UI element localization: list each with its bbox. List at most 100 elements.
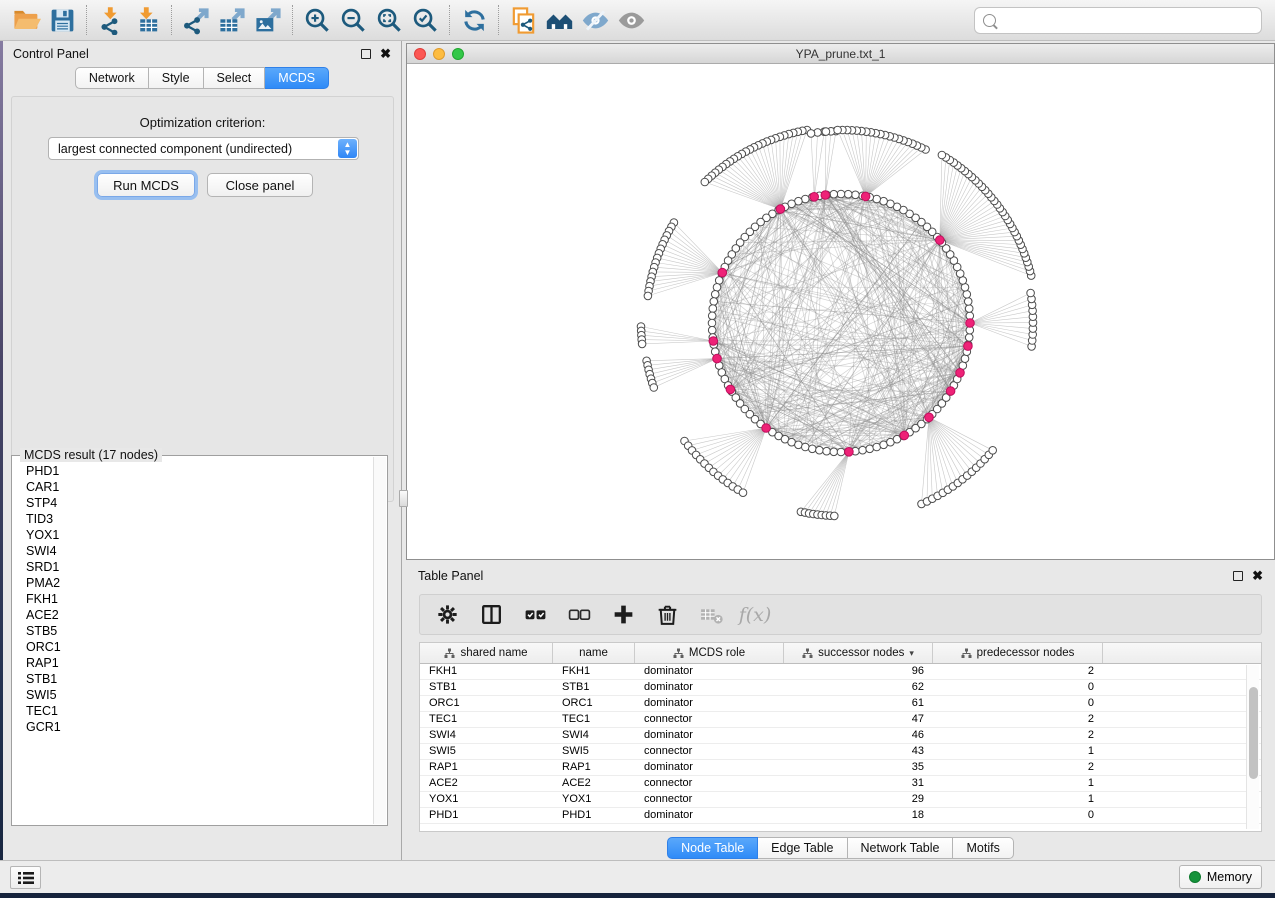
column-header-shared-name[interactable]: shared name [420, 643, 553, 663]
deselect-all-button[interactable] [564, 600, 594, 630]
delete-table-button[interactable] [696, 600, 726, 630]
select-all-button[interactable] [520, 600, 550, 630]
mcds-result-item[interactable]: ORC1 [26, 639, 373, 655]
column-header-MCDS-role[interactable]: MCDS role [635, 643, 784, 663]
run-mcds-button[interactable]: Run MCDS [97, 173, 195, 197]
tab-motifs[interactable]: Motifs [953, 837, 1013, 859]
panel-splitter-handle[interactable] [399, 490, 408, 507]
tab-edge-table[interactable]: Edge Table [758, 837, 847, 859]
table-panel-header: Table Panel ✖ [406, 563, 1275, 589]
columns-button[interactable] [476, 600, 506, 630]
toolbar-separator [449, 5, 450, 35]
network-canvas[interactable] [407, 64, 1274, 559]
mcds-result-item[interactable]: RAP1 [26, 655, 373, 671]
cell-successor-nodes: 61 [784, 696, 933, 711]
close-table-panel-icon[interactable]: ✖ [1252, 571, 1263, 581]
criterion-dropdown[interactable]: largest connected component (undirected)… [48, 137, 359, 160]
search-icon [983, 14, 996, 27]
duplicate-network-button[interactable] [505, 3, 541, 37]
mcds-result-list[interactable]: PHD1CAR1STP4TID3YOX1SWI4SRD1PMA2FKH1ACE2… [13, 457, 373, 824]
show-all-button[interactable] [613, 3, 649, 37]
mcds-result-item[interactable]: FKH1 [26, 591, 373, 607]
export-table-button[interactable] [214, 3, 250, 37]
mcds-result-item[interactable]: STB1 [26, 671, 373, 687]
mcds-result-item[interactable]: CAR1 [26, 479, 373, 495]
node-table-header[interactable]: shared namenameMCDS rolesuccessor nodes▾… [420, 643, 1261, 664]
import-table-button[interactable] [129, 3, 165, 37]
mcds-result-item[interactable]: STP4 [26, 495, 373, 511]
tab-network-table[interactable]: Network Table [848, 837, 954, 859]
search-box[interactable] [974, 7, 1262, 34]
tab-mcds[interactable]: MCDS [265, 67, 329, 89]
cell-successor-nodes: 18 [784, 808, 933, 823]
fx-button[interactable]: f(x) [740, 600, 770, 630]
delete-row-button[interactable] [652, 600, 682, 630]
memory-button[interactable]: Memory [1179, 865, 1262, 889]
cell-shared-name: SWI5 [420, 744, 553, 759]
control-panel: Control Panel ✖ NetworkStyleSelectMCDS O… [3, 41, 402, 860]
mcds-result-item[interactable]: GCR1 [26, 719, 373, 735]
column-header-name[interactable]: name [553, 643, 635, 663]
table-row[interactable]: ACE2ACE2connector311 [420, 776, 1261, 792]
sort-menu-icon[interactable]: ▾ [909, 648, 914, 659]
zoom-in-button[interactable] [299, 3, 335, 37]
mcds-result-item[interactable]: PMA2 [26, 575, 373, 591]
show-all-icon [617, 6, 646, 35]
table-row[interactable]: TEC1TEC1connector472 [420, 712, 1261, 728]
zoom-in-icon [303, 6, 332, 35]
open-button[interactable] [8, 3, 44, 37]
mcds-result-item[interactable]: SWI5 [26, 687, 373, 703]
column-header-successor-nodes[interactable]: successor nodes▾ [784, 643, 933, 663]
zoom-selected-button[interactable] [407, 3, 443, 37]
memory-label: Memory [1207, 870, 1252, 884]
zoom-out-button[interactable] [335, 3, 371, 37]
save-button[interactable] [44, 3, 80, 37]
table-row[interactable]: SWI4SWI4dominator462 [420, 728, 1261, 744]
table-scrollbar[interactable] [1246, 665, 1259, 829]
tab-node-table[interactable]: Node Table [667, 837, 758, 859]
refresh-button[interactable] [456, 3, 492, 37]
list-icon [17, 871, 35, 885]
mcds-list-scrollbar[interactable] [373, 457, 386, 824]
mcds-result-item[interactable]: TID3 [26, 511, 373, 527]
table-scrollbar-thumb[interactable] [1249, 687, 1258, 779]
table-row[interactable]: FKH1FKH1dominator962 [420, 664, 1261, 680]
search-input[interactable] [1002, 14, 1253, 28]
tab-select[interactable]: Select [204, 67, 266, 89]
float-table-panel-icon[interactable] [1233, 571, 1243, 581]
zoom-fit-button[interactable] [371, 3, 407, 37]
mcds-result-item[interactable]: SRD1 [26, 559, 373, 575]
mcds-result-item[interactable]: PHD1 [26, 463, 373, 479]
column-header-predecessor-nodes[interactable]: predecessor nodes [933, 643, 1103, 663]
table-row[interactable]: YOX1YOX1connector291 [420, 792, 1261, 808]
mcds-result-item[interactable]: TEC1 [26, 703, 373, 719]
mcds-result-item[interactable]: YOX1 [26, 527, 373, 543]
tab-style[interactable]: Style [149, 67, 204, 89]
mcds-result-item[interactable]: ACE2 [26, 607, 373, 623]
mcds-result-item[interactable]: SWI4 [26, 543, 373, 559]
cell-shared-name: TEC1 [420, 712, 553, 727]
table-row[interactable]: ORC1ORC1dominator610 [420, 696, 1261, 712]
float-panel-icon[interactable] [361, 49, 371, 59]
export-network-icon [182, 6, 211, 35]
close-panel-icon[interactable]: ✖ [380, 49, 391, 59]
network-graph[interactable] [407, 64, 1274, 559]
hide-selected-button[interactable] [577, 3, 613, 37]
tab-network[interactable]: Network [75, 67, 149, 89]
mcds-result-item[interactable]: STB5 [26, 623, 373, 639]
table-row[interactable]: SWI5SWI5connector431 [420, 744, 1261, 760]
table-row[interactable]: RAP1RAP1dominator352 [420, 760, 1261, 776]
export-network-button[interactable] [178, 3, 214, 37]
table-row[interactable]: STB1STB1dominator620 [420, 680, 1261, 696]
first-neighbors-button[interactable] [541, 3, 577, 37]
cell-predecessor-nodes: 2 [933, 760, 1103, 775]
cell-MCDS-role: dominator [635, 808, 784, 823]
table-row[interactable]: PHD1PHD1dominator180 [420, 808, 1261, 824]
close-panel-button[interactable]: Close panel [207, 173, 313, 197]
import-network-button[interactable] [93, 3, 129, 37]
network-window-titlebar[interactable]: YPA_prune.txt_1 [407, 44, 1274, 64]
gear-button[interactable] [432, 600, 462, 630]
show-panels-list-button[interactable] [10, 866, 41, 889]
export-image-button[interactable] [250, 3, 286, 37]
add-row-button[interactable] [608, 600, 638, 630]
